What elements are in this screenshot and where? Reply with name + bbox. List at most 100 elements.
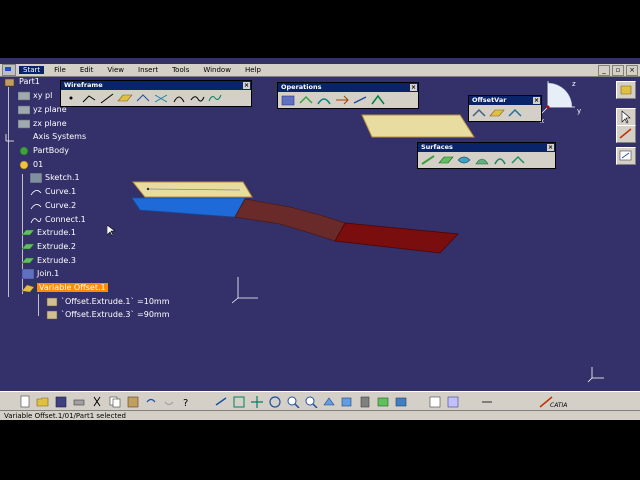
zoom-out-icon[interactable] [304, 395, 318, 408]
menu-help[interactable]: Help [241, 66, 265, 74]
menu-insert[interactable]: Insert [134, 66, 162, 74]
close-button[interactable]: × [626, 65, 638, 76]
tree-node-geometrical-set[interactable]: 01 [18, 159, 43, 170]
plane-icon [18, 105, 30, 114]
point-icon[interactable] [63, 92, 79, 104]
boundary-icon[interactable] [370, 94, 386, 106]
menu-start[interactable]: Start [19, 66, 45, 74]
transform-icon[interactable] [334, 94, 350, 106]
offset-surface-yellow-upper[interactable] [361, 114, 475, 138]
shading-icon[interactable] [358, 395, 372, 408]
tree-node-extrude1[interactable]: Extrude.1 [22, 227, 76, 238]
variable-offset-icon[interactable] [489, 107, 505, 119]
restore-button[interactable]: ▫ [612, 65, 624, 76]
print-icon[interactable] [72, 395, 86, 408]
save-icon[interactable] [54, 395, 68, 408]
compass-y-label: y [577, 107, 581, 115]
status-bar: Variable Offset.1/01/Part1 selected [0, 410, 640, 420]
helix-icon[interactable] [207, 92, 223, 104]
tree-node-xy-plane[interactable]: xy pl [18, 90, 52, 101]
measure-button[interactable] [616, 125, 636, 143]
menu-view[interactable]: View [103, 66, 128, 74]
split-icon[interactable] [298, 94, 314, 106]
menu-edit[interactable]: Edit [76, 66, 98, 74]
close-icon[interactable]: × [410, 84, 417, 91]
sweep-icon[interactable] [456, 154, 472, 166]
select-arrow-button[interactable] [616, 108, 636, 126]
close-icon[interactable]: × [533, 97, 540, 104]
join-icon [22, 268, 34, 279]
iso-view-icon[interactable] [340, 395, 354, 408]
intersection-icon[interactable] [153, 92, 169, 104]
3d-viewport[interactable]: z y x [0, 77, 608, 391]
tree-node-sketch1[interactable]: Sketch.1 [30, 172, 80, 183]
part-icon [4, 78, 15, 86]
tree-node-curve1[interactable]: Curve.1 [30, 186, 76, 197]
open-folder-icon[interactable] [36, 395, 50, 408]
paste-icon[interactable] [126, 395, 140, 408]
cut-icon[interactable] [90, 395, 104, 408]
blend-icon[interactable] [510, 154, 526, 166]
zoom-in-icon[interactable] [286, 395, 300, 408]
fillet-icon[interactable] [316, 94, 332, 106]
close-icon[interactable]: × [243, 82, 250, 89]
tree-node-variable-offset1[interactable]: Variable Offset.1 [22, 282, 108, 293]
plane-icon[interactable] [117, 92, 133, 104]
compass-icon[interactable] [537, 81, 575, 118]
tree-node-zx-plane[interactable]: zx plane [18, 118, 67, 129]
fly-mode-icon[interactable] [214, 395, 228, 408]
swap-space-icon[interactable] [394, 395, 408, 408]
extrapolate-icon[interactable] [352, 94, 368, 106]
analysis-icon[interactable] [480, 395, 494, 408]
line-icon[interactable] [99, 92, 115, 104]
tile-windows-icon[interactable] [446, 395, 460, 408]
projection-icon[interactable] [135, 92, 151, 104]
extrude3-surface-red[interactable] [334, 222, 459, 254]
undo-icon[interactable] [144, 395, 158, 408]
tree-node-axis-systems[interactable]: Axis Systems [4, 131, 86, 142]
tree-node-partbody[interactable]: PartBody [18, 145, 69, 156]
fill-icon[interactable] [474, 154, 490, 166]
origin-axis [231, 277, 258, 304]
offset-surface-icon[interactable] [438, 154, 454, 166]
copy-icon[interactable] [108, 395, 122, 408]
close-icon[interactable]: × [547, 144, 554, 151]
hide-show-icon[interactable] [376, 395, 390, 408]
join-icon[interactable] [280, 94, 296, 106]
extrude-surface-icon[interactable] [420, 154, 436, 166]
new-file-icon[interactable] [18, 395, 32, 408]
pan-icon[interactable] [250, 395, 264, 408]
redo-icon[interactable] [162, 395, 176, 408]
normal-view-icon[interactable] [322, 395, 336, 408]
spline-icon[interactable] [189, 92, 205, 104]
svg-text:?: ? [183, 398, 188, 408]
connect-surface-brown[interactable] [234, 198, 346, 242]
minimize-button[interactable]: _ [598, 65, 610, 76]
app-system-icon[interactable] [2, 64, 16, 76]
polyline-icon[interactable] [81, 92, 97, 104]
tree-node-extrude3[interactable]: Extrude.3 [22, 255, 76, 266]
tree-node-param-offset-extrude1[interactable]: `Offset.Extrude.1` =10mm [46, 296, 170, 307]
loft-icon[interactable] [492, 154, 508, 166]
surfaces-toolbar: Surfaces × [417, 142, 556, 169]
gear-icon [19, 146, 29, 155]
menu-tools[interactable]: Tools [168, 66, 193, 74]
whats-this-icon[interactable]: ? [180, 395, 194, 408]
sketch-button[interactable] [616, 147, 636, 165]
extrude1-surface-blue[interactable] [131, 197, 246, 218]
tree-node-join1[interactable]: Join.1 [22, 268, 59, 279]
tree-node-extrude2[interactable]: Extrude.2 [22, 241, 76, 252]
tree-node-part1[interactable]: Part1 [4, 76, 40, 87]
tree-node-param-offset-extrude3[interactable]: `Offset.Extrude.3` =90mm [46, 309, 170, 320]
tree-node-curve2[interactable]: Curve.2 [30, 200, 76, 211]
menu-window[interactable]: Window [199, 66, 235, 74]
grid-icon[interactable] [428, 395, 442, 408]
tree-node-connect1[interactable]: Connect.1 [30, 214, 86, 225]
circle-icon[interactable] [171, 92, 187, 104]
rough-offset-icon[interactable] [507, 107, 523, 119]
rotate-icon[interactable] [268, 395, 282, 408]
fit-all-icon[interactable] [232, 395, 246, 408]
offset-icon[interactable] [471, 107, 487, 119]
catia-logo-button[interactable] [616, 81, 636, 99]
menu-file[interactable]: File [50, 66, 70, 74]
